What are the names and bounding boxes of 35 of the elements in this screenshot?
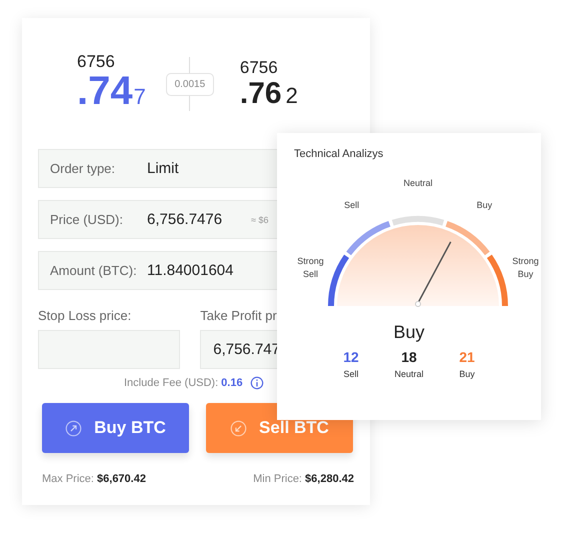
field-value: 6,756.747 <box>213 341 280 358</box>
field-label: Amount (BTC): <box>50 263 138 278</box>
field-label: Price (USD): <box>50 212 124 227</box>
fee-value: 0.16 <box>221 377 243 389</box>
gauge-label: Strong Sell <box>296 255 325 282</box>
field-value: Limit <box>147 160 180 177</box>
price-text: 6756 <box>240 58 279 78</box>
spread-badge: 0.0015 <box>166 72 214 96</box>
gauge-label: Neutral <box>402 177 434 190</box>
count-label: Sell <box>343 369 358 379</box>
price-label: Max Price: <box>42 473 94 485</box>
count-label: Neutral <box>394 369 424 379</box>
price-text: .76 <box>240 78 282 110</box>
count-value: 12 <box>343 349 359 365</box>
count-value: 18 <box>401 349 417 365</box>
price-text: .74 <box>77 72 133 110</box>
price-text: 2 <box>286 83 298 109</box>
price-value: $6,670.42 <box>96 473 146 485</box>
gauge-label: Buy <box>476 198 494 212</box>
field-value: 6,756.7476 <box>147 211 224 228</box>
field-value: 11.84001604 <box>147 262 234 279</box>
field-note: ≈ $6 <box>251 214 268 224</box>
price-text: 6756 <box>77 52 116 72</box>
count-value: 21 <box>459 349 475 365</box>
fee-label: Include Fee (USD): <box>124 377 218 389</box>
gauge-label: Sell <box>343 198 360 212</box>
field-label: Order type: <box>50 161 116 176</box>
price-text: 7 <box>134 84 146 110</box>
price-label: Min Price: <box>253 473 302 485</box>
price-value: $6,280.42 <box>304 473 354 485</box>
field-label: Take Profit pr <box>200 308 278 325</box>
verdict-text: Buy <box>392 322 426 343</box>
count-label: Buy <box>459 369 475 379</box>
gauge-label: Strong Buy <box>511 255 540 282</box>
field-label: Stop Loss price: <box>38 308 132 325</box>
